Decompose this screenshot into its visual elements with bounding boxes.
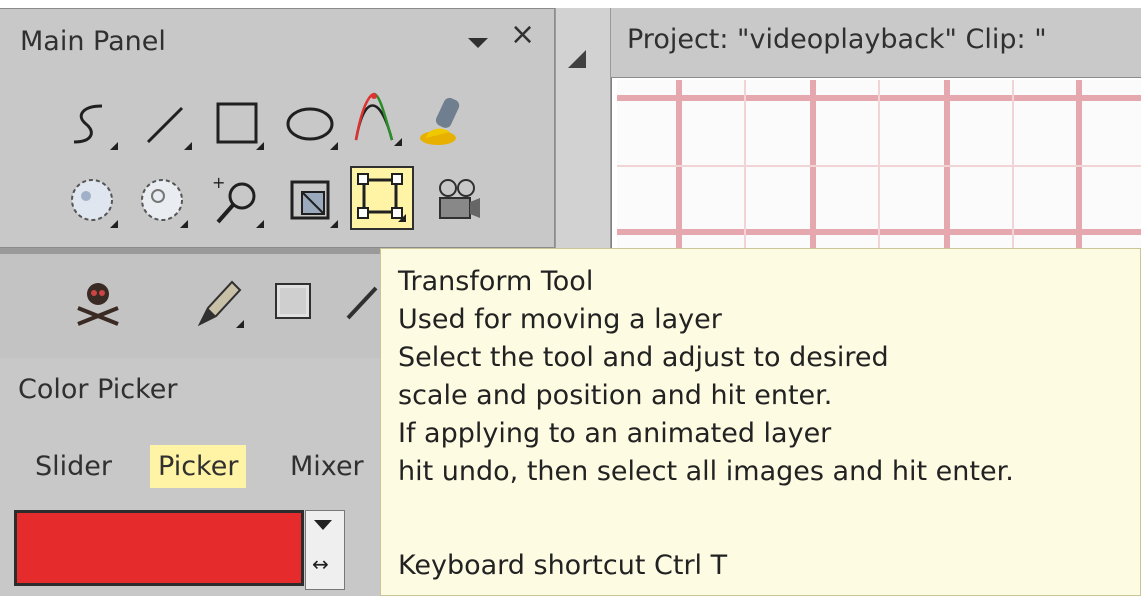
fill-bucket-icon[interactable]: [414, 90, 478, 154]
tooltip-line: Select the tool and adjust to desired: [398, 342, 889, 373]
project-title-bar: Project: "videoplayback" Clip: ": [611, 8, 1141, 78]
project-title: Project: "videoplayback" Clip: ": [627, 24, 1047, 55]
lasso-selection-icon[interactable]: [60, 170, 124, 234]
collapse-icon[interactable]: [568, 50, 586, 68]
swap-colors-icon[interactable]: ↔: [312, 552, 329, 576]
panel-menu-icon[interactable]: [468, 38, 488, 48]
close-icon[interactable]: ×: [510, 20, 535, 50]
freehand-selection-icon[interactable]: [60, 92, 124, 156]
color-picker-title: Color Picker: [18, 374, 178, 405]
texture-tool-icon[interactable]: [262, 270, 326, 334]
bezier-curve-tool-icon[interactable]: [344, 88, 408, 152]
magic-lasso-icon[interactable]: [130, 170, 194, 234]
chevron-down-icon[interactable]: [314, 520, 332, 530]
crop-tool-icon[interactable]: [280, 170, 344, 234]
line-tool-icon[interactable]: [134, 92, 198, 156]
project-canvas[interactable]: [617, 80, 1141, 255]
pen-tool-icon[interactable]: [186, 270, 250, 334]
skull-crossbones-icon[interactable]: [66, 270, 130, 334]
ellipse-tool-icon[interactable]: [280, 92, 344, 156]
tooltip-line: scale and position and hit enter.: [398, 380, 833, 411]
main-panel-title: Main Panel: [20, 26, 166, 57]
rectangle-tool-icon[interactable]: [206, 92, 270, 156]
tooltip-line: hit undo, then select all images and hit…: [398, 456, 1014, 487]
svg-text:+: +: [212, 173, 225, 192]
current-color-swatch[interactable]: [14, 510, 304, 586]
tooltip-title: Transform Tool: [398, 266, 594, 297]
tab-mixer[interactable]: Mixer: [282, 445, 372, 489]
tab-picker[interactable]: Picker: [150, 445, 247, 489]
tab-slider[interactable]: Slider: [27, 445, 120, 489]
zoom-tool-icon[interactable]: +: [206, 170, 270, 234]
tooltip-line: Used for moving a layer: [398, 304, 722, 335]
transform-tool-icon[interactable]: [350, 166, 414, 230]
tooltip-shortcut: Keyboard shortcut Ctrl T: [398, 550, 728, 581]
camera-tool-icon[interactable]: [426, 170, 490, 234]
tooltip-line: If applying to an animated layer: [398, 418, 832, 449]
